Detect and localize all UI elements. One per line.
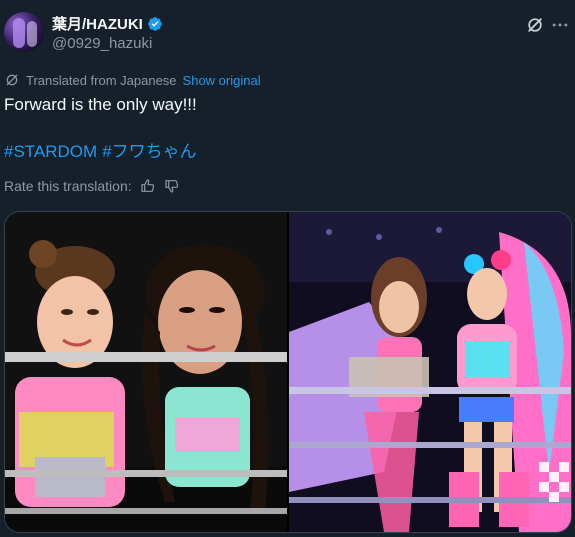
thumbs-down-icon[interactable] xyxy=(164,178,180,194)
verified-badge-icon xyxy=(147,16,162,31)
more-icon[interactable] xyxy=(550,15,570,35)
translation-notice: Translated from Japanese Show original xyxy=(4,72,261,88)
rate-label: Rate this translation: xyxy=(4,178,132,194)
photo-left[interactable] xyxy=(5,212,287,532)
hashtag-stardom[interactable]: #STARDOM xyxy=(4,141,97,163)
user-handle[interactable]: @0929_hazuki xyxy=(52,35,152,52)
wrestlers-ringside-photo xyxy=(5,212,287,532)
display-name[interactable]: 葉月/HAZUKI xyxy=(52,13,143,34)
hashtag-list: #STARDOM #フワちゃん xyxy=(4,141,197,163)
translated-label: Translated from Japanese xyxy=(26,72,177,88)
tweet-text: Forward is the only way!!! xyxy=(4,95,197,114)
wrestlers-entrance-photo xyxy=(289,212,571,532)
show-original-link[interactable]: Show original xyxy=(183,73,261,88)
photo-right[interactable] xyxy=(289,212,571,532)
translate-icon xyxy=(6,74,18,86)
hashtag-fuwachan[interactable]: #フワちゃん xyxy=(102,141,196,163)
name-row: 葉月/HAZUKI xyxy=(52,13,163,34)
grok-icon[interactable] xyxy=(525,15,545,35)
rate-translation: Rate this translation: xyxy=(4,178,180,194)
avatar[interactable] xyxy=(4,12,44,52)
media-grid xyxy=(4,211,572,533)
thumbs-up-icon[interactable] xyxy=(140,178,156,194)
